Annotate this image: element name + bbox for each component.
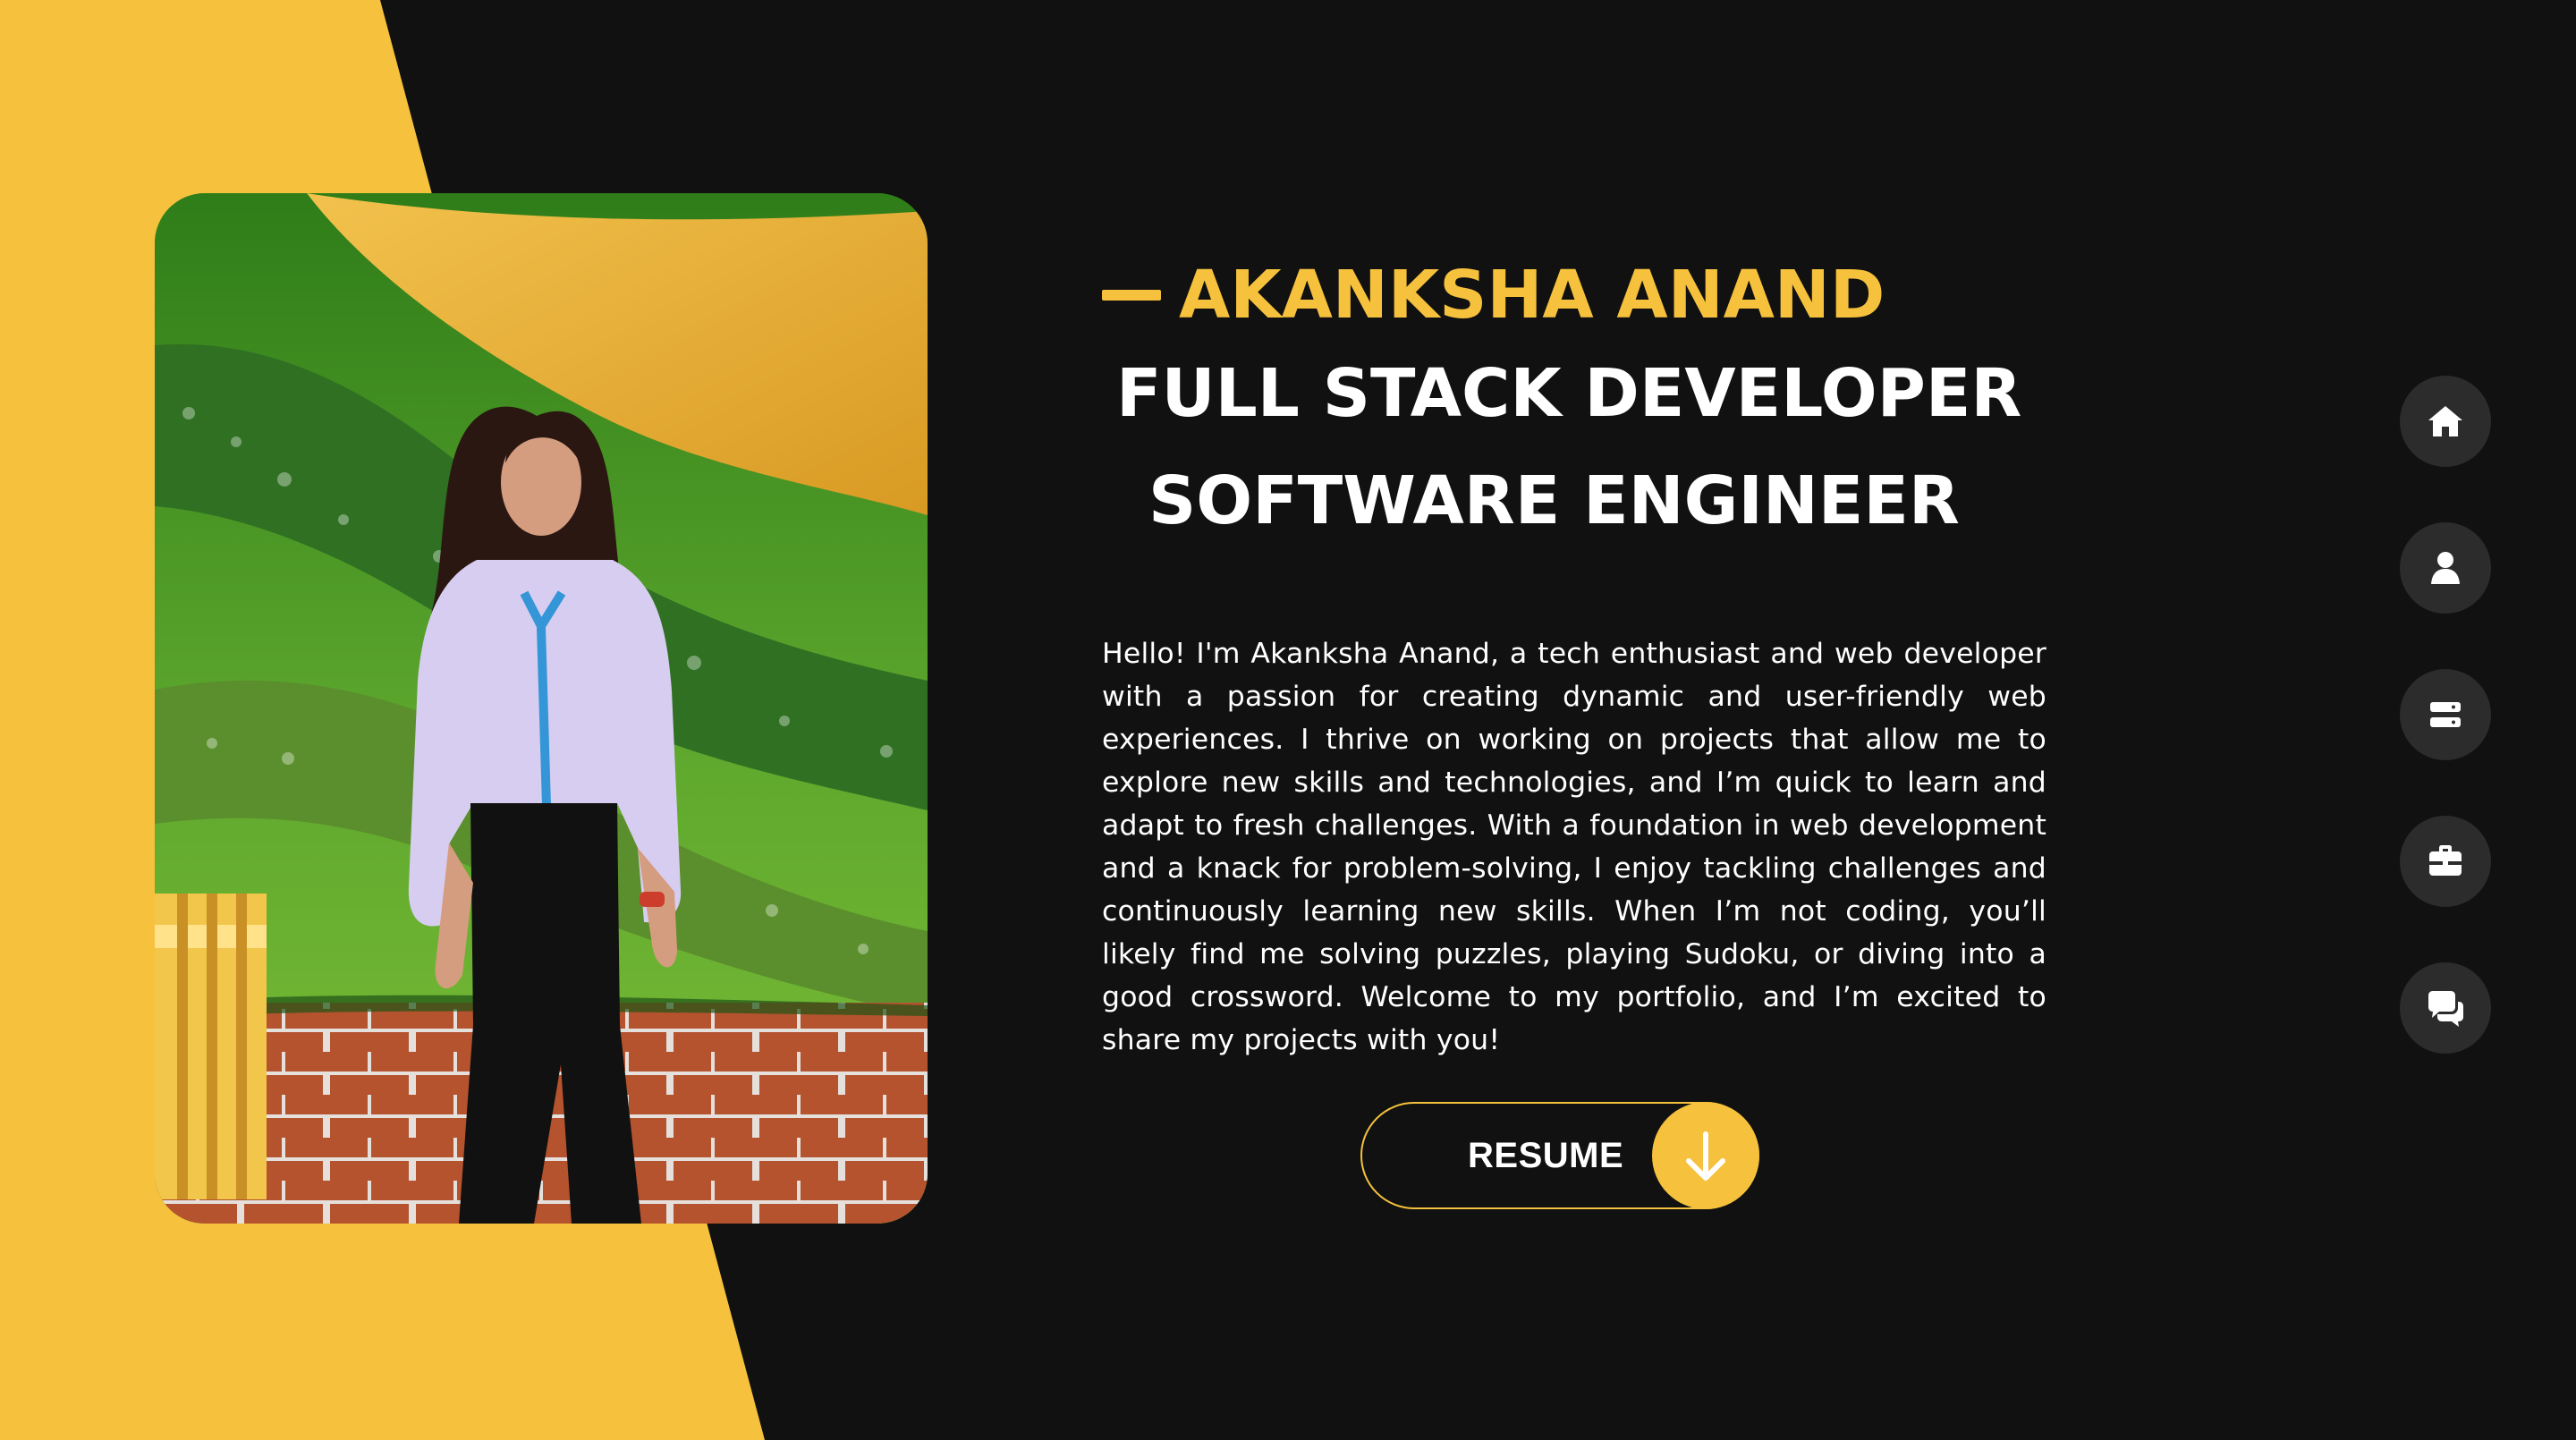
person-name: AKANKSHA ANAND	[1179, 257, 1885, 334]
resume-download-button[interactable]: RESUME	[1360, 1102, 1759, 1209]
portfolio-page: AKANKSHA ANAND FULL STACK DEVELOPER SOFT…	[0, 0, 2576, 1440]
role-software-engineer: SOFTWARE ENGINEER	[1148, 462, 1960, 539]
home-icon	[2428, 406, 2462, 436]
nav-portfolio-button[interactable]	[2400, 816, 2491, 907]
name-row: AKANKSHA ANAND	[1102, 250, 2050, 340]
arrow-down-icon	[1652, 1102, 1759, 1209]
chat-icon	[2428, 991, 2463, 1027]
briefcase-icon	[2429, 845, 2462, 876]
role-full-stack-developer: FULL STACK DEVELOPER	[1116, 355, 2022, 432]
resume-label: RESUME	[1468, 1136, 1624, 1175]
nav-services-button[interactable]	[2400, 669, 2491, 760]
name-dash	[1102, 290, 1161, 301]
user-icon	[2431, 552, 2460, 584]
nav-contact-button[interactable]	[2400, 962, 2491, 1054]
bio-paragraph: Hello! I'm Akanksha Anand, a tech enthus…	[1102, 637, 2046, 1056]
nav-home-button[interactable]	[2400, 376, 2491, 467]
server-icon	[2430, 702, 2461, 727]
hero-heading: AKANKSHA ANAND FULL STACK DEVELOPER SOFT…	[1102, 250, 2050, 555]
profile-photo	[155, 193, 928, 1224]
nav-profile-button[interactable]	[2400, 522, 2491, 614]
side-navigation	[2400, 376, 2491, 1109]
